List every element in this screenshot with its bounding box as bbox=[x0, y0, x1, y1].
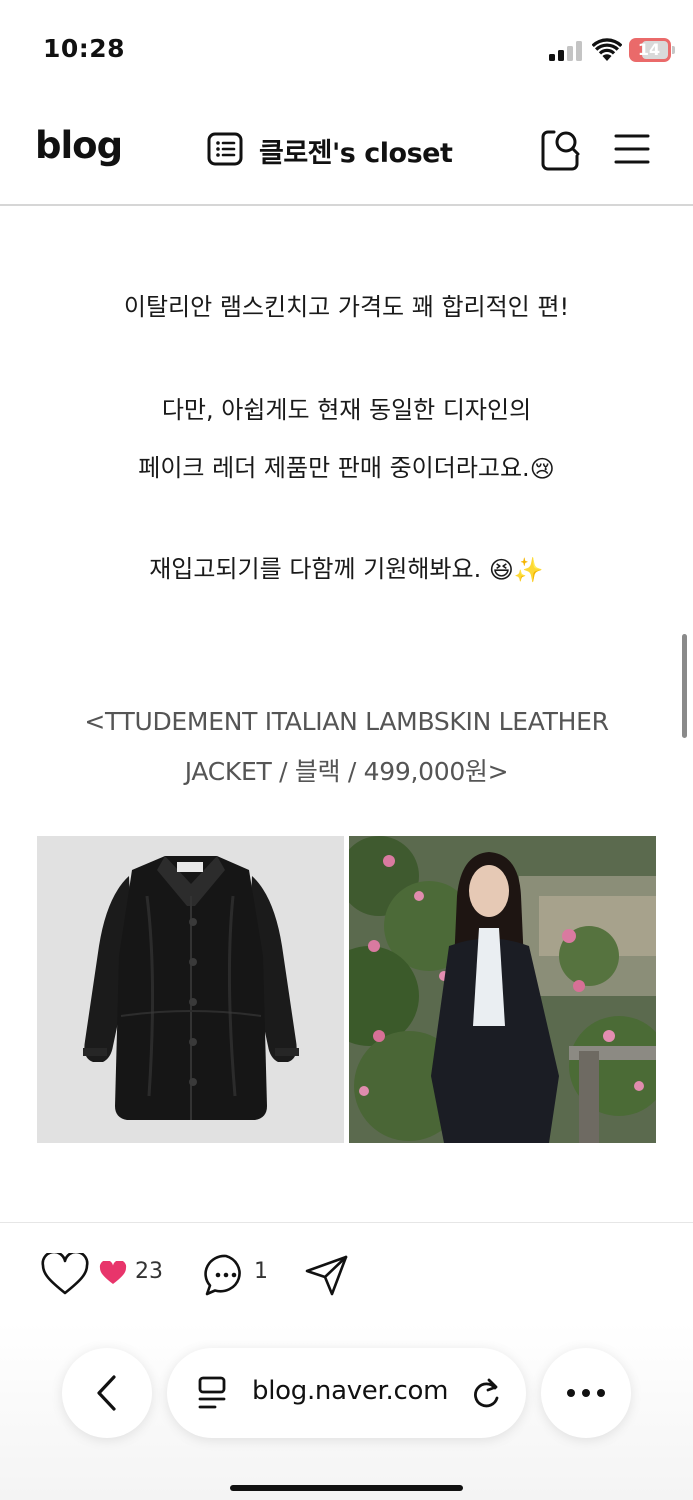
model-photo-illustration bbox=[349, 836, 656, 1143]
post-text-line: 다만, 아쉽게도 현재 동일한 디자인의 bbox=[161, 396, 532, 424]
blog-title[interactable]: 클로젠's closet bbox=[259, 131, 453, 170]
battery-level: 14 bbox=[637, 40, 661, 59]
reload-icon[interactable] bbox=[469, 1376, 503, 1412]
page-format-icon bbox=[198, 1376, 226, 1409]
post-paragraph: 재입고되기를 다함께 기원해봐요. 😆✨ bbox=[0, 540, 693, 599]
post-text-line: 재입고되기를 다함께 기원해봐요. 😆✨ bbox=[0, 540, 693, 599]
post-paragraph: 다만, 아쉽게도 현재 동일한 디자인의 페이크 레더 제품만 판매 중이더라고… bbox=[0, 381, 693, 498]
search-icon[interactable] bbox=[540, 128, 582, 172]
reaction-bar: 23 1 bbox=[0, 1222, 693, 1322]
like-count[interactable]: 23 bbox=[135, 1259, 163, 1284]
browser-toolbar: blog.naver.com bbox=[0, 1322, 693, 1500]
like-button-heart-icon[interactable] bbox=[40, 1253, 90, 1297]
comment-count[interactable]: 1 bbox=[254, 1259, 268, 1284]
comment-icon[interactable] bbox=[203, 1252, 249, 1298]
blog-logo[interactable]: blog bbox=[35, 124, 123, 167]
blog-header: blog 클로젠's closet bbox=[0, 100, 693, 206]
back-button[interactable] bbox=[62, 1348, 152, 1438]
status-time: 10:28 bbox=[43, 34, 126, 63]
post-text-line: 이탈리안 램스킨치고 가격도 꽤 합리적인 편! bbox=[123, 293, 570, 321]
scroll-indicator[interactable] bbox=[682, 634, 687, 738]
product-image-jacket[interactable] bbox=[37, 836, 344, 1143]
crying-face-emoji: 😢 bbox=[529, 455, 555, 483]
wifi-icon bbox=[592, 38, 622, 61]
battery-nub bbox=[672, 46, 675, 54]
product-image-model[interactable] bbox=[349, 836, 656, 1143]
chevron-left-icon bbox=[97, 1375, 116, 1411]
cellular-signal-icon bbox=[549, 41, 582, 61]
share-icon[interactable] bbox=[304, 1254, 350, 1296]
jacket-illustration bbox=[37, 836, 344, 1143]
url-text[interactable]: blog.naver.com bbox=[252, 1376, 448, 1406]
caption-line: <TTUDEMENT ITALIAN LAMBSKIN LEATHER bbox=[84, 707, 609, 736]
menu-icon[interactable] bbox=[614, 133, 650, 165]
ellipsis-icon bbox=[567, 1389, 605, 1397]
caption-line: JACKET / 블랙 / 499,000원> bbox=[184, 757, 509, 786]
address-bar[interactable]: blog.naver.com bbox=[167, 1348, 526, 1438]
post-text-line: 페이크 레더 제품만 판매 중이더라고요.😢 bbox=[0, 439, 693, 498]
battery-icon: 14 bbox=[629, 38, 671, 62]
home-indicator[interactable] bbox=[230, 1485, 463, 1491]
like-count-heart-icon bbox=[99, 1261, 127, 1284]
list-icon[interactable] bbox=[207, 132, 243, 166]
post-paragraph: 이탈리안 램스킨치고 가격도 꽤 합리적인 편! bbox=[0, 278, 693, 336]
laughing-sparkles-emoji: 😆✨ bbox=[488, 556, 544, 584]
product-caption: <TTUDEMENT ITALIAN LAMBSKIN LEATHER JACK… bbox=[40, 697, 653, 797]
status-bar: 10:28 14 bbox=[0, 0, 693, 100]
more-options-button[interactable] bbox=[541, 1348, 631, 1438]
